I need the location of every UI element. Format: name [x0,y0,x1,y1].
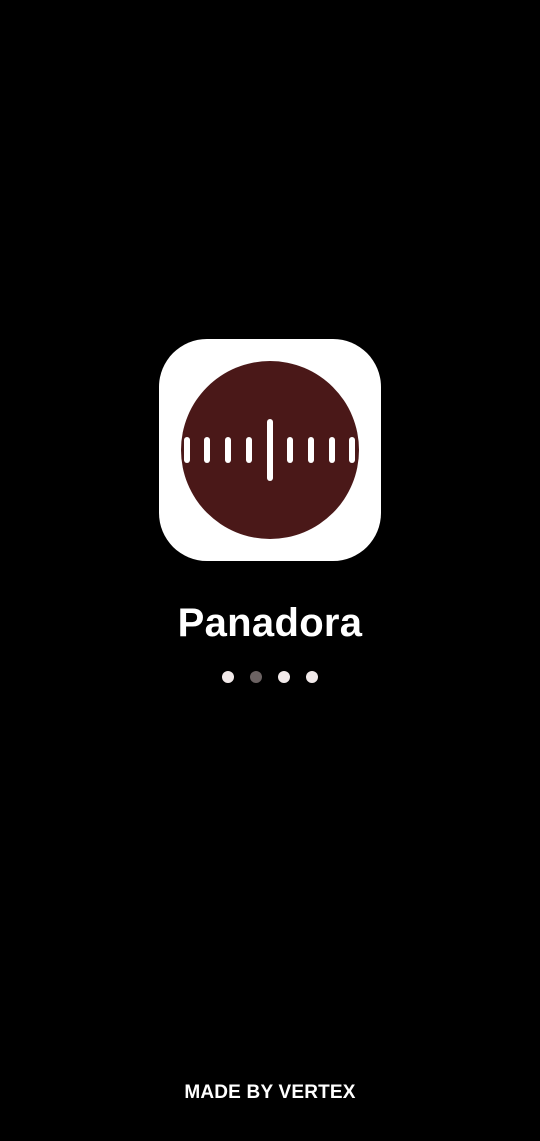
footer-credit: MADE BY VERTEX [184,1082,356,1103]
loading-dot [222,671,234,683]
loading-dot [306,671,318,683]
loading-dot [278,671,290,683]
loading-dot [250,671,262,683]
app-name-title: Panadora [177,601,363,645]
loading-indicator [222,671,322,684]
app-logo-icon [159,339,381,561]
sound-wave-record-icon [181,361,359,539]
